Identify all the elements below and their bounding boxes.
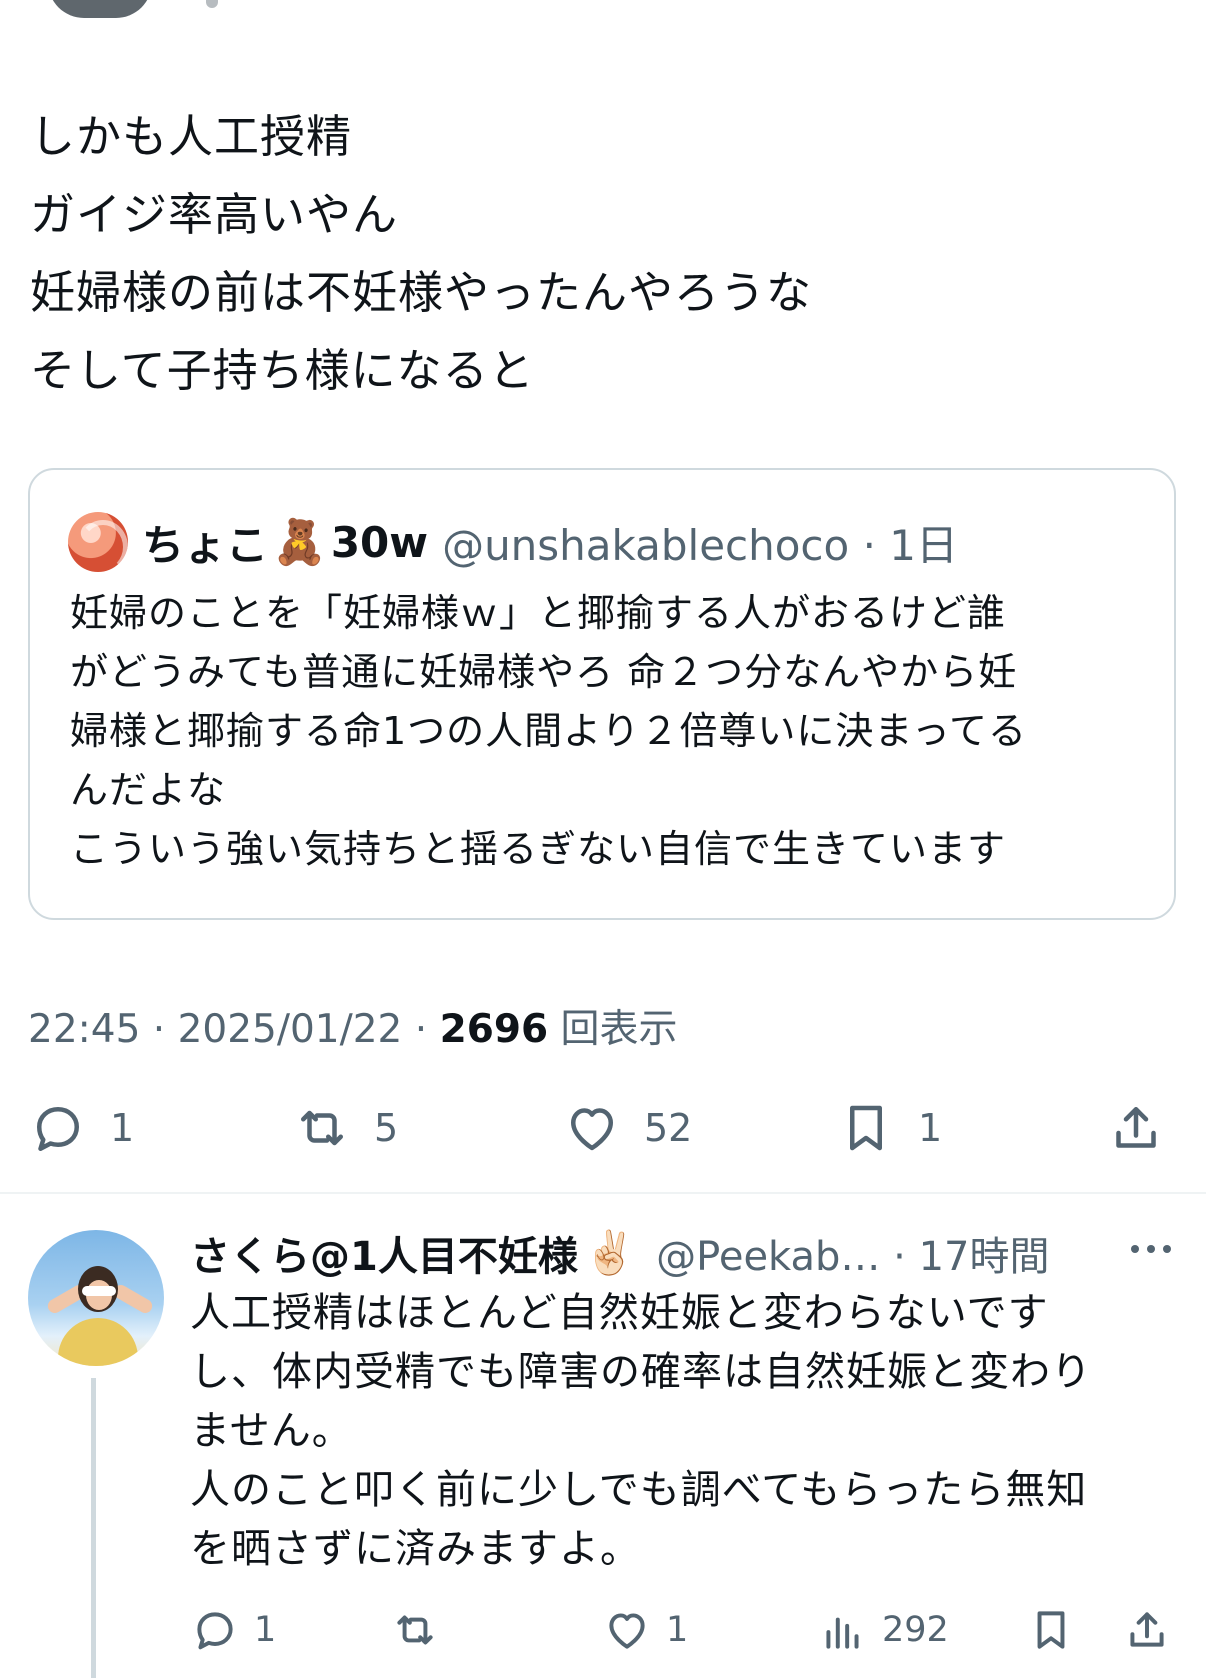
quoted-tweet-line: がどうみても普通に妊婦様やろ 命２つ分なんやから妊 [70, 650, 1018, 694]
heart-icon [571, 1108, 613, 1151]
reply-views-count: 292 [882, 1610, 949, 1650]
like-button[interactable]: 52 [562, 1095, 692, 1161]
reply-icon [197, 1612, 233, 1650]
reply-repost-button[interactable] [390, 1602, 440, 1658]
bookmark-count: 1 [918, 1106, 943, 1150]
analytics-icon [826, 1617, 859, 1649]
quoted-tweet-line: 妊婦のことを「妊婦様ｗ」と揶揄する人がおるけど誰 [70, 591, 1007, 635]
reply-line: を晒さずに済みますよ。 [190, 1526, 641, 1572]
reply-bookmark-button[interactable] [1026, 1602, 1076, 1658]
quoted-tweet-card[interactable]: ちょこ 🧸 30w @unshakablechoco · 1日 妊婦のことを「妊… [28, 468, 1176, 920]
share-icon [1116, 1107, 1156, 1148]
reply-author-avatar[interactable] [28, 1230, 164, 1366]
divider [0, 1192, 1206, 1194]
share-button[interactable] [1106, 1095, 1166, 1161]
repost-count: 5 [374, 1106, 399, 1150]
share-icon [1130, 1612, 1164, 1647]
heart-icon [609, 1613, 645, 1649]
views-count: 2696 [439, 1007, 549, 1052]
quoted-tweet-line: こういう強い気持ちと揺るぎない自信で生きています [70, 827, 1007, 871]
quoted-author-name[interactable]: ちょこ [142, 512, 268, 573]
repost-icon [397, 1615, 433, 1645]
reply-reply-count: 1 [254, 1610, 277, 1650]
quoted-author-handle-time[interactable]: @unshakablechoco · 1日 [442, 512, 958, 573]
reply-text: 人工授精はほとんど自然妊娠と変わらないです し、体内受精でも障害の確率は自然妊娠… [190, 1284, 1160, 1579]
bookmark-icon [1037, 1611, 1065, 1649]
repost-icon [301, 1110, 343, 1146]
reply-line: 人工授精はほとんど自然妊娠と変わらないです [190, 1290, 1049, 1336]
reply-line: し、体内受精でも障害の確率は自然妊娠と変わり [190, 1349, 1092, 1395]
quoted-author-avatar[interactable] [68, 512, 128, 572]
bookmark-icon [850, 1105, 882, 1151]
bear-emoji-icon: 🧸 [272, 517, 327, 568]
reply-like-button[interactable]: 1 [602, 1602, 688, 1658]
reply-author-handle-time[interactable]: @Peekab… · 17時間 [656, 1224, 1049, 1282]
like-count: 52 [644, 1106, 693, 1150]
repost-button[interactable]: 5 [292, 1095, 398, 1161]
victory-hand-emoji-icon: ✌🏻 [583, 1228, 637, 1277]
tweet-meta: 22:45 · 2025/01/22 · 2696 回表示 [28, 998, 678, 1054]
bookmark-button[interactable]: 1 [836, 1095, 942, 1161]
reply-author-name[interactable]: さくら@1人目不妊様 [190, 1224, 578, 1282]
reply-views-button[interactable]: 292 [818, 1602, 949, 1658]
reply-reply-button[interactable]: 1 [190, 1602, 276, 1658]
tweet-line: ガイジ率高いやん [30, 188, 399, 241]
reply-button[interactable]: 1 [28, 1095, 134, 1161]
quoted-tweet-header: ちょこ 🧸 30w @unshakablechoco · 1日 [68, 510, 958, 574]
tweet-line: 妊婦様の前は不妊様やったんやろうな [30, 266, 813, 319]
reply-line: 人のこと叩く前に少しでも調べてもらったら無知 [190, 1467, 1088, 1513]
thread-line [91, 1378, 96, 1678]
reply-like-count: 1 [666, 1610, 689, 1650]
quoted-tweet-line: んだよな [70, 768, 227, 812]
views-label: 回表示 [548, 1007, 678, 1052]
quoted-tweet-line: 婦様と揶揄する命1つの人間より２倍尊いに決まってる [70, 709, 1027, 753]
tweet-line: しかも人工授精 [30, 110, 353, 163]
quoted-author-name-suffix[interactable]: 30w [331, 518, 428, 567]
reply-action-bar: 1 1 292 [190, 1602, 1176, 1658]
quoted-tweet-text: 妊婦のことを「妊婦様ｗ」と揶揄する人がおるけど誰 がどうみても普通に妊婦様やろ … [70, 584, 1150, 879]
reply-count: 1 [110, 1106, 135, 1150]
reply-header: さくら@1人目不妊様 ✌🏻 @Peekab… · 17時間 [190, 1222, 1049, 1284]
cropped-glyph [206, 0, 218, 8]
previous-author-avatar[interactable] [48, 0, 152, 18]
tweet-text: しかも人工授精 ガイジ率高いやん 妊婦様の前は不妊様やったんやろうな そして子持… [30, 98, 812, 410]
reply-line: ません。 [190, 1408, 353, 1454]
more-options-icon[interactable] [1128, 1234, 1174, 1264]
tweet-action-bar: 1 5 52 1 [28, 1095, 1176, 1161]
reply-icon [37, 1107, 79, 1151]
tweet-timestamp[interactable]: 22:45 · 2025/01/22 · [28, 1007, 440, 1052]
reply-share-button[interactable] [1122, 1602, 1172, 1658]
tweet-line: そして子持ち様になると [30, 344, 535, 397]
